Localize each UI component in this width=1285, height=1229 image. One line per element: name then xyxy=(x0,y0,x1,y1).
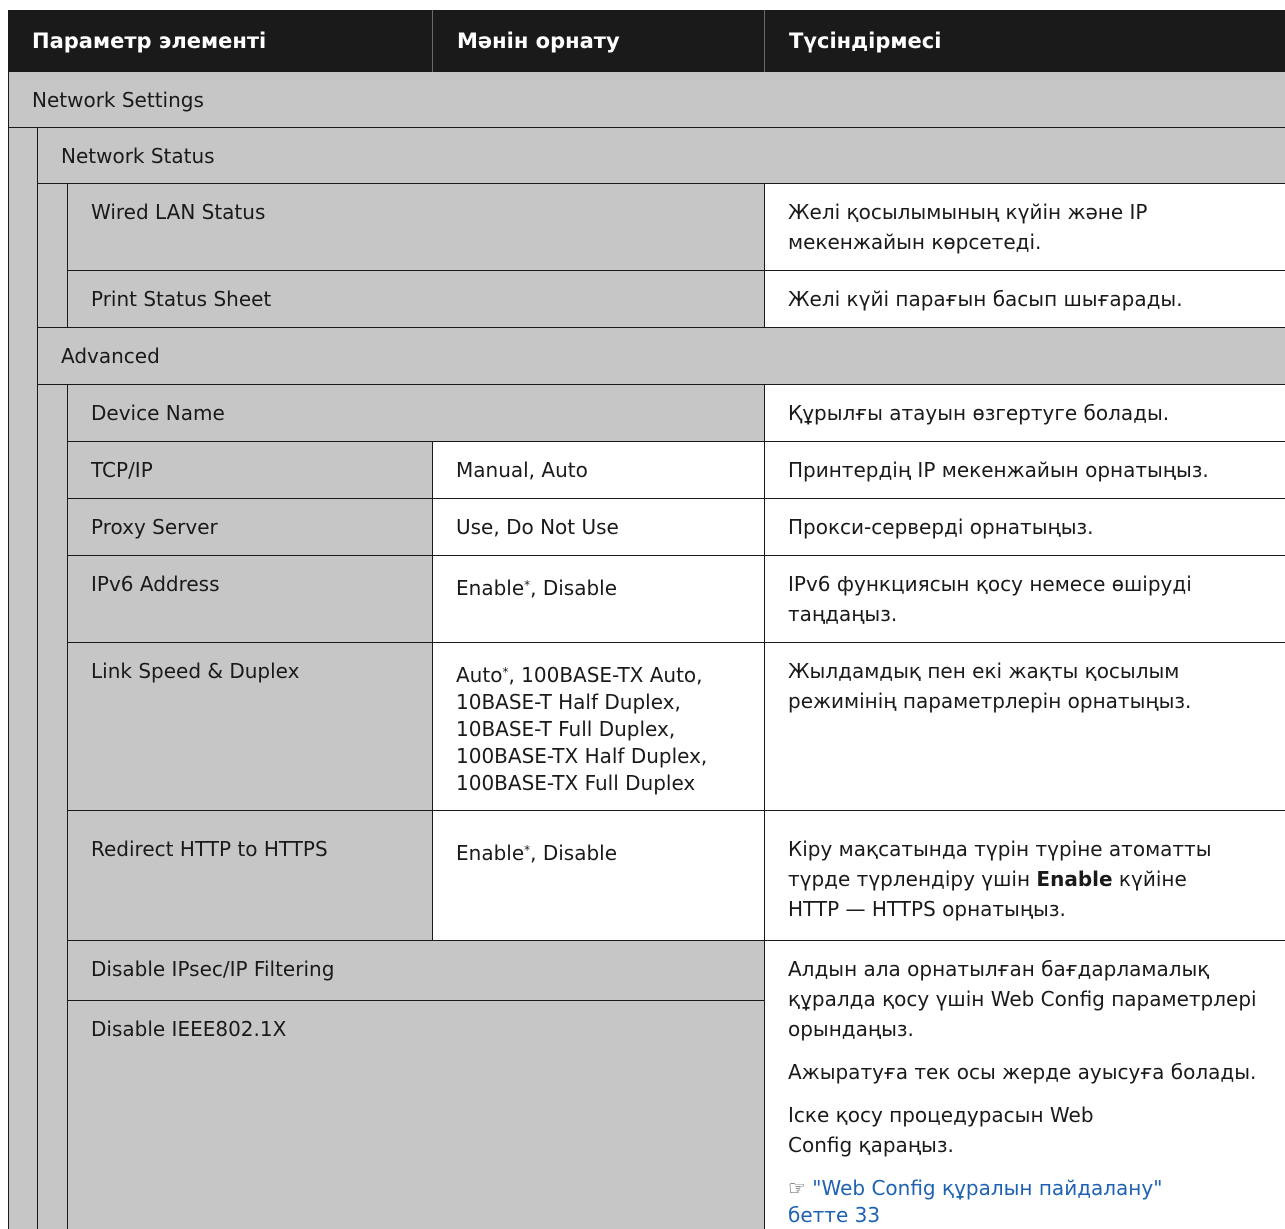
row-description: орындаңыз. xyxy=(788,1017,914,1041)
row-description: режимінің параметрлерін орнатыңыз. xyxy=(788,689,1192,713)
row-value: Auto*, 100BASE-TX Auto, xyxy=(456,663,703,687)
border xyxy=(67,555,1285,556)
border xyxy=(67,810,1285,811)
row-value: Manual, Auto xyxy=(456,458,588,482)
row-description: мекенжайын көрсетеді. xyxy=(788,230,1042,254)
row-name: Redirect HTTP to HTTPS xyxy=(91,837,328,861)
row-description: Config қараңыз. xyxy=(788,1133,954,1157)
border xyxy=(67,270,1285,271)
row-description: Прокси-серверді орнатыңыз. xyxy=(788,515,1094,539)
row-name: Disable IEEE802.1X xyxy=(91,1017,287,1041)
row-description: Принтердің IP мекенжайын орнатыңыз. xyxy=(788,458,1209,482)
border xyxy=(67,441,1285,442)
row-name: Wired LAN Status xyxy=(91,200,266,224)
row-description: құралда қосу үшін Web Config параметрлер… xyxy=(788,987,1257,1011)
section-network-status: Network Status xyxy=(61,144,215,168)
row-description: Жылдамдық пен екі жақты қосылым xyxy=(788,659,1180,683)
hand-pointer-icon: ☞ xyxy=(788,1176,806,1200)
header-parameter: Параметр элементі xyxy=(32,29,267,53)
row-description: Желі күйі парағын басып шығарады. xyxy=(788,287,1183,311)
border xyxy=(8,72,9,1229)
border xyxy=(67,498,1285,499)
row-name: IPv6 Address xyxy=(91,572,220,596)
row-value: Enable*, Disable xyxy=(456,576,618,600)
border xyxy=(432,441,433,940)
header-description: Түсіндірмесі xyxy=(789,29,942,53)
border xyxy=(37,327,1285,328)
row-name: Proxy Server xyxy=(91,515,218,539)
row-value: 100BASE-TX Half Duplex, xyxy=(456,744,708,768)
row-description: Ажыратуға тек осы жерде ауысуға болады. xyxy=(788,1060,1257,1084)
row-name: TCP/IP xyxy=(91,458,153,482)
row-description: Кіру мақсатында түрін түріне атоматты xyxy=(788,837,1212,861)
section-advanced: Advanced xyxy=(61,344,160,368)
row-value: Use, Do Not Use xyxy=(456,515,619,539)
row-value: 10BASE-T Half Duplex, xyxy=(456,690,681,714)
border xyxy=(37,127,38,1229)
border xyxy=(764,183,765,327)
row-name: Link Speed & Duplex xyxy=(91,659,300,683)
row-description: IPv6 функциясын қосу немесе өшіруді xyxy=(788,572,1192,596)
desc-cell xyxy=(764,183,1285,270)
border xyxy=(67,642,1285,643)
border xyxy=(67,384,68,1229)
reference-link[interactable]: ☞ "Web Config құралын пайдалану" xyxy=(788,1175,1162,1202)
border xyxy=(37,183,1285,184)
row-description: Құрылғы атауын өзгертуге болады. xyxy=(788,401,1170,425)
border xyxy=(67,940,1285,941)
border xyxy=(8,127,1285,128)
row-description: HTTP — HTTPS орнатыңыз. xyxy=(788,897,1066,921)
row-name: Device Name xyxy=(91,401,225,425)
row-value: 10BASE-T Full Duplex, xyxy=(456,717,676,741)
section-network-settings: Network Settings xyxy=(32,88,204,112)
reference-link-page[interactable]: бетте 33 xyxy=(788,1202,880,1229)
row-description: Алдын ала орнатылған бағдарламалық xyxy=(788,957,1210,981)
row-name: Print Status Sheet xyxy=(91,287,272,311)
row-description: таңдаңыз. xyxy=(788,602,898,626)
row-description: Іске қосу процедурасын Web xyxy=(788,1103,1094,1127)
row-name: Disable IPsec/IP Filtering xyxy=(91,957,335,981)
border xyxy=(764,384,765,1229)
row-description: түрде түрлендіру үшін Enable күйіне xyxy=(788,867,1187,891)
header-value: Мәнін орнату xyxy=(457,29,620,53)
row-description: Желі қосылымының күйін және IP xyxy=(788,200,1148,224)
row-value: 100BASE-TX Full Duplex xyxy=(456,771,696,795)
border xyxy=(67,183,68,327)
border xyxy=(67,1000,764,1001)
border xyxy=(37,384,1285,385)
row-value: Enable*, Disable xyxy=(456,841,618,865)
